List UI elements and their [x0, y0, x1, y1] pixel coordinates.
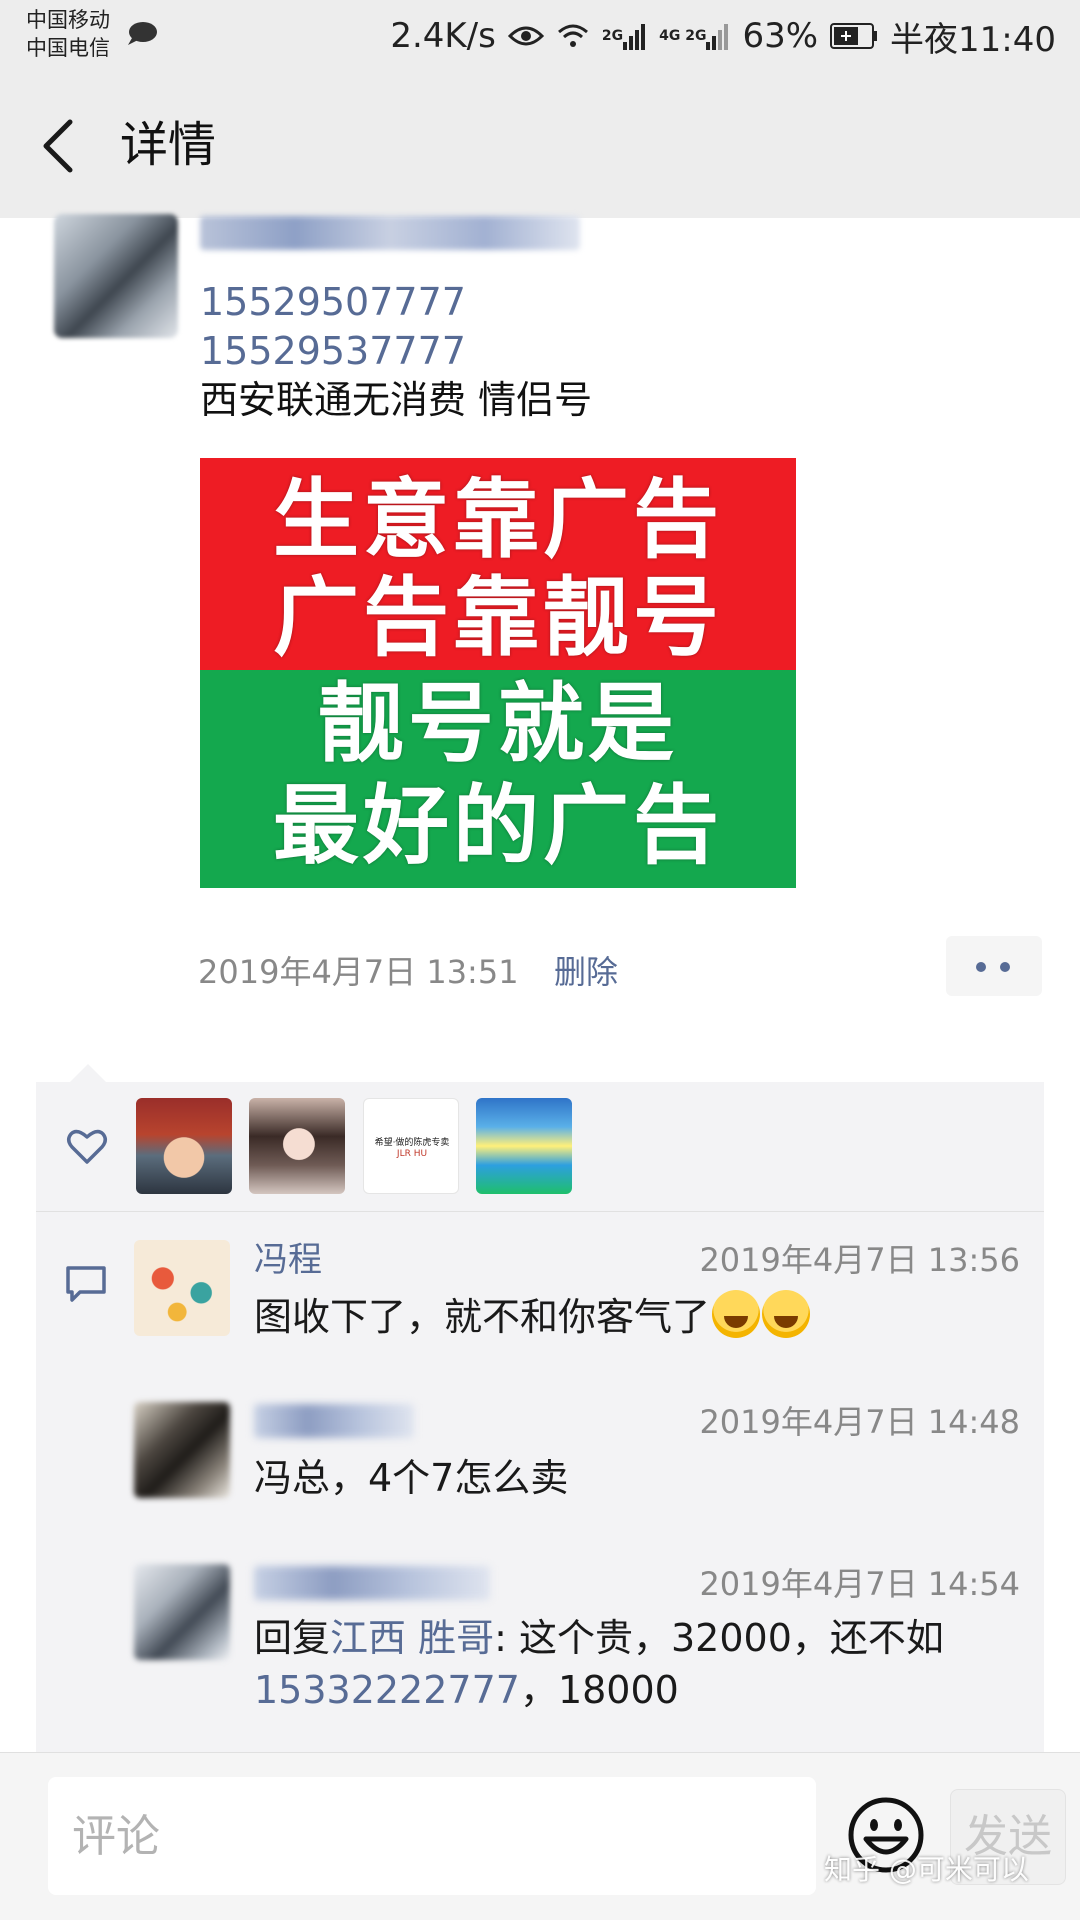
laughing-crying-emoji-icon: [762, 1290, 811, 1338]
phone-link-1[interactable]: 15529507777: [200, 278, 466, 326]
status-right: 2.4K/s 2G 4G 2G 63% 半夜11:40: [390, 14, 1056, 60]
battery-icon: [830, 23, 878, 49]
more-icon[interactable]: [946, 936, 1042, 996]
comment-bar: 发送: [0, 1752, 1080, 1920]
liker-avatar[interactable]: [249, 1098, 345, 1194]
reply-prefix: 回复: [254, 1616, 331, 1660]
liker-avatar-text: 希望·做的陈虎专卖: [374, 1138, 450, 1148]
commenter-name-blurred[interactable]: [254, 1566, 490, 1600]
poster-line-3: 靓号就是: [318, 674, 678, 774]
poster-line-4: 最好的广告: [273, 776, 723, 876]
page-title: 详情: [120, 117, 217, 173]
nav-header: 详情: [0, 72, 1080, 218]
eye-icon: [507, 26, 544, 46]
commenter-avatar[interactable]: [134, 1402, 230, 1498]
box-pointer: [70, 1064, 106, 1082]
laughing-crying-emoji-icon: [712, 1290, 761, 1338]
signal-icon: 2G: [602, 22, 647, 50]
signal-2-tag: 4G 2G: [659, 28, 707, 44]
battery-percent: 63%: [742, 16, 819, 56]
phone-link-2[interactable]: 15529537777: [200, 327, 466, 375]
comment-text[interactable]: 冯总，4个7怎么卖: [254, 1452, 1034, 1504]
liker-avatar-text: JLR HU: [396, 1149, 428, 1159]
status-bar: 中国移动 中国电信 2.4K/s 2G 4G 2G 63% 半夜11:40: [0, 0, 1080, 72]
net-speed: 2.4K/s: [390, 16, 496, 56]
comment-input[interactable]: [48, 1777, 816, 1895]
liker-avatar[interactable]: [136, 1098, 232, 1194]
more-dot: [976, 962, 986, 972]
poster-line-2: 广告靠靓号: [273, 568, 723, 668]
comment-text[interactable]: 回复江西 胜哥: 这个贵，32000，还不如 15332222777，18000: [254, 1612, 1034, 1716]
more-dot: [1000, 962, 1010, 972]
clock: 半夜11:40: [890, 19, 1056, 60]
like-row: 希望·做的陈虎专卖 JLR HU: [36, 1082, 1044, 1212]
post-image[interactable]: 生意靠广告 广告靠靓号 靓号就是 最好的广告: [200, 458, 796, 888]
back-arrow-icon[interactable]: [36, 116, 80, 176]
poster-line-1: 生意靠广告: [273, 470, 723, 570]
liker-avatar[interactable]: [476, 1098, 572, 1194]
reply-to-name[interactable]: 江西 胜哥: [330, 1616, 494, 1660]
commenter-name-blurred[interactable]: [254, 1404, 414, 1438]
delete-link[interactable]: 删除: [554, 950, 618, 994]
commenter-avatar[interactable]: [134, 1564, 230, 1660]
interaction-box: 希望·做的陈虎专卖 JLR HU 冯程 2019年4月7日 13:56 图收下了…: [36, 1082, 1044, 1752]
commenter-avatar[interactable]: [134, 1240, 230, 1336]
phone-link[interactable]: 15332222777: [254, 1668, 520, 1712]
comment-text[interactable]: 图收下了，就不和你客气了: [254, 1290, 1034, 1343]
commenter-name[interactable]: 冯程: [254, 1238, 322, 1282]
carrier-1: 中国移动: [26, 8, 110, 32]
comment-time: 2019年4月7日 13:56: [699, 1241, 1020, 1279]
post-timestamp: 2019年4月7日 13:51: [198, 953, 519, 991]
signal-icon: 4G 2G: [659, 22, 730, 50]
watermark: 知乎 @可米可以: [824, 1853, 1029, 1886]
avatar[interactable]: [54, 214, 178, 338]
comment-icon: [66, 1266, 106, 1302]
comment-body: : 这个贵，32000，还不如: [494, 1616, 944, 1660]
comment-time: 2019年4月7日 14:48: [699, 1403, 1020, 1441]
comment-body: 图收下了，就不和你客气了: [254, 1295, 711, 1339]
signal-1-tag: 2G: [601, 28, 624, 44]
wifi-icon: [557, 24, 588, 47]
comment-time: 2019年4月7日 14:54: [699, 1565, 1020, 1603]
post-text: 西安联通无消费 情侣号: [200, 378, 593, 422]
liker-avatar[interactable]: 希望·做的陈虎专卖 JLR HU: [363, 1098, 459, 1194]
heart-icon: [67, 1129, 107, 1164]
carriers: 中国移动 中国电信: [26, 6, 110, 62]
comment-body: ，18000: [519, 1668, 679, 1712]
carrier-2: 中国电信: [26, 36, 110, 60]
chat-bubble-icon: [128, 22, 157, 45]
poster-name-blurred[interactable]: [200, 216, 580, 250]
